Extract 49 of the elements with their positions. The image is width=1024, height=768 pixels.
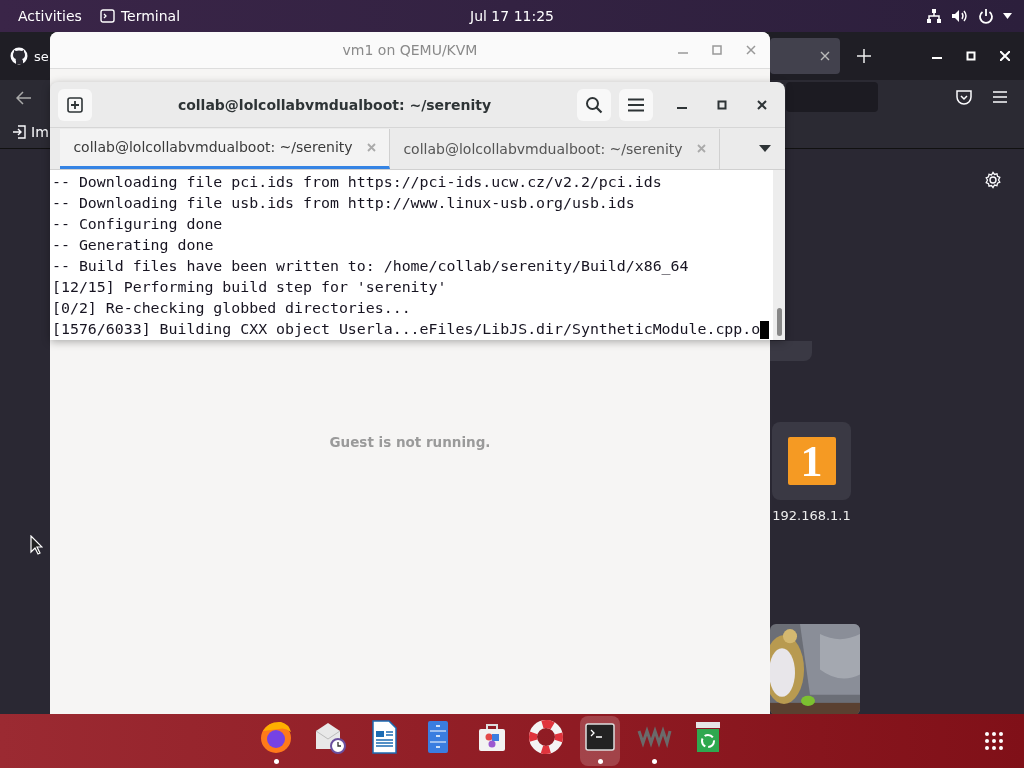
pocket-icon[interactable]: [956, 90, 972, 105]
close-icon[interactable]: [757, 99, 767, 110]
plus-icon: [67, 96, 83, 113]
volume-icon[interactable]: [951, 8, 969, 24]
browser-tab[interactable]: se: [0, 36, 50, 76]
menu-button[interactable]: [619, 88, 653, 121]
back-icon[interactable]: [16, 90, 32, 105]
new-tab-icon[interactable]: [857, 49, 871, 63]
search-button[interactable]: [577, 88, 611, 121]
shortcut-label: 192.168.1.1: [772, 508, 851, 523]
status-message: Guest is not running.: [329, 433, 491, 450]
shortcut-tile[interactable]: [770, 341, 812, 361]
maximize-icon[interactable]: [717, 99, 727, 110]
terminal-line: -- Downloading file usb.ids from http://www.linux-usb.org/usb.ids: [52, 193, 635, 214]
terminal-line: [0/2] Re-checking globbed directories...: [52, 298, 411, 319]
terminal-line: -- Generating done: [52, 235, 214, 256]
activities-button[interactable]: Activities: [0, 8, 100, 24]
terminal-line: -- Configuring done: [52, 214, 223, 235]
search-icon: [585, 95, 603, 114]
window-title: collab@lolcollabvmdualboot: ~/serenity: [176, 96, 493, 113]
text-cursor: [760, 320, 770, 339]
github-icon: [10, 47, 28, 65]
clock[interactable]: Jul 17 11:25: [470, 8, 554, 24]
terminal-tab[interactable]: collab@lolcollabvmdualboot: ~/serenity: [390, 128, 720, 169]
dropdown-icon[interactable]: [759, 145, 771, 153]
import-icon: [12, 124, 26, 139]
window-title: vm1 on QEMU/KVM: [342, 42, 478, 58]
terminal-tab[interactable]: collab@lolcollabvmdualboot: ~/serenity: [60, 128, 390, 169]
caret-icon[interactable]: [1003, 13, 1012, 19]
tab-title: se: [34, 48, 49, 64]
terminal-line: -- Build files have been written to: /home/collab/serenity/Build/x86_64: [52, 256, 689, 277]
site-logo: 1: [787, 437, 836, 485]
bookmark-item[interactable]: Im: [12, 123, 49, 140]
terminal-icon: [99, 9, 115, 23]
dock-item[interactable]: [580, 716, 620, 766]
menu-icon[interactable]: [993, 91, 1007, 103]
app-grid-icon[interactable]: [984, 731, 1004, 751]
terminal-line: [1576/6033] Building CXX object Userla...eFiles/LibJS.dir/SyntheticModule.cpp.o: [52, 319, 761, 340]
terminal-line: [12/15] Performing build step for 'serenity': [52, 277, 447, 298]
mouse-pointer-icon: [30, 535, 43, 555]
new-tab-button[interactable]: [58, 88, 92, 121]
scrollbar-thumb[interactable]: [776, 308, 782, 336]
power-icon[interactable]: [978, 8, 994, 24]
lifebuoy-icon: [528, 718, 564, 755]
network-icon[interactable]: [926, 8, 942, 24]
menu-icon: [628, 97, 644, 112]
settings-icon[interactable]: [984, 171, 1002, 189]
terminal-line: -- Downloading file pci.ids from https://pci-ids.ucw.cz/v2.2/pci.ids: [52, 172, 662, 193]
app-menu-label[interactable]: Terminal: [120, 8, 181, 24]
